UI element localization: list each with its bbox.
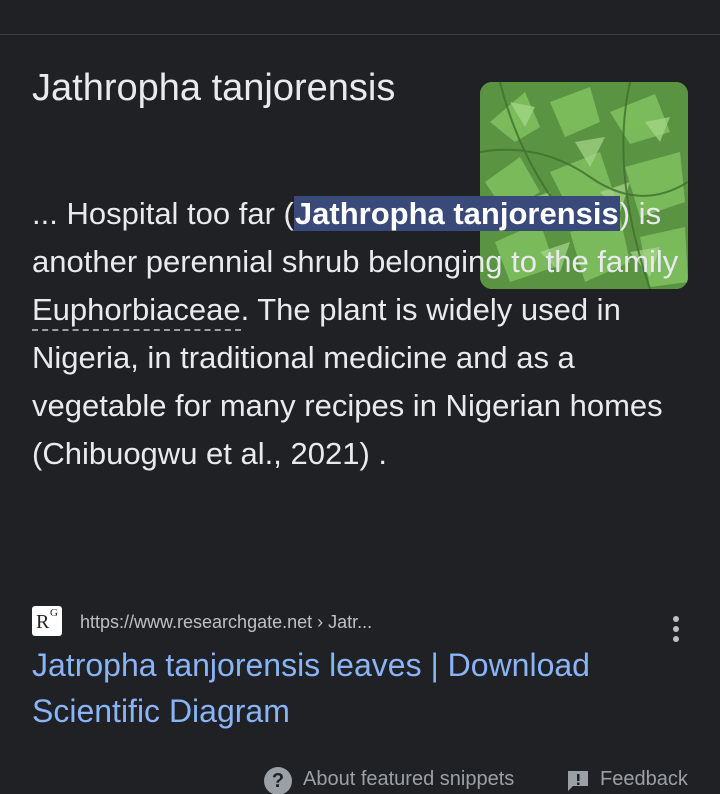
featured-snippet-page: Jathropha tanjorensis ... Hospital too f…	[0, 0, 720, 794]
euphorbiaceae-term-link[interactable]: Euphorbiaceae	[32, 292, 241, 331]
researchgate-favicon: R G	[32, 606, 62, 636]
result-link-title[interactable]: Jatropha tanjorensis leaves | Download S…	[32, 642, 672, 734]
feedback-label: Feedback	[600, 768, 688, 790]
feedback-icon	[568, 771, 588, 791]
snippet-part-1: ... Hospital too far (	[32, 196, 294, 231]
more-options-icon[interactable]	[666, 614, 686, 644]
favicon-superscript: G	[50, 607, 58, 619]
favicon-letter: R	[36, 611, 50, 633]
source-url[interactable]: https://www.researchgate.net › Jatr...	[80, 610, 372, 634]
footer: ? About featured snippets Feedback	[0, 760, 720, 794]
source-row[interactable]: R G https://www.researchgate.net › Jatr.…	[32, 606, 692, 638]
snippet-highlight: Jathropha tanjorensis	[293, 196, 620, 231]
question-mark-icon: ?	[264, 767, 292, 794]
snippet-title: Jathropha tanjorensis	[32, 67, 396, 109]
about-label: About featured snippets	[303, 768, 515, 790]
top-divider	[0, 34, 720, 49]
snippet-text: ... Hospital too far (Jathropha tanjoren…	[32, 190, 692, 478]
